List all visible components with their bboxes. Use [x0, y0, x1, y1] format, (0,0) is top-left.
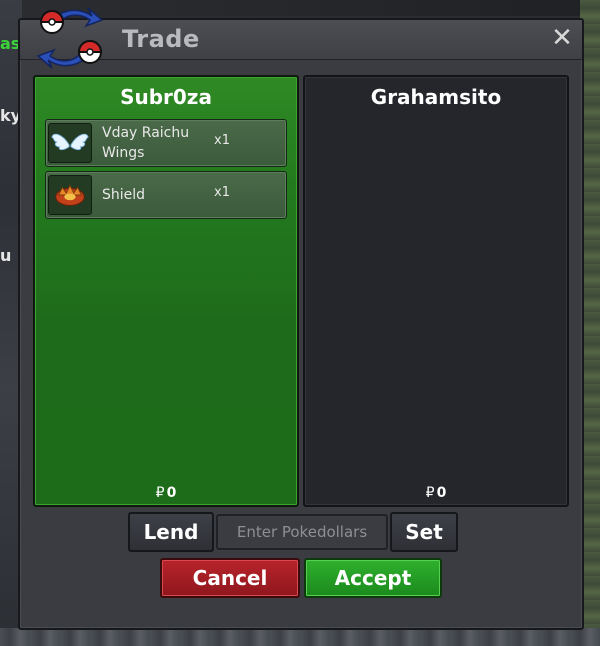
- game-background-bottom: [0, 628, 600, 646]
- close-icon[interactable]: ✕: [548, 24, 576, 52]
- my-player-name: Subr0za: [120, 85, 212, 109]
- cancel-button[interactable]: Cancel: [160, 558, 300, 598]
- chat-fragment: u: [0, 246, 12, 265]
- pokedollar-icon: ₽: [155, 485, 165, 501]
- pokedollars-input[interactable]: [216, 514, 388, 550]
- my-money-offer: ₽0: [35, 485, 297, 501]
- chat-fragment: ky: [0, 106, 22, 125]
- trade-window: Trade ✕ Subr0za Vday Raichu Wings x1 Shi…: [18, 7, 584, 630]
- wings-icon: [48, 123, 92, 163]
- item-name: Shield: [102, 187, 146, 203]
- trade-item[interactable]: Shield x1: [45, 171, 287, 219]
- item-quantity: x1: [214, 185, 230, 200]
- trade-logo-icon: [36, 7, 104, 69]
- chat-fragment: as: [0, 34, 21, 53]
- accept-button[interactable]: Accept: [304, 558, 442, 598]
- pokedollar-icon: ₽: [425, 485, 435, 501]
- partner-money-offer: ₽0: [305, 485, 567, 501]
- item-quantity: x1: [214, 133, 230, 148]
- money-value: 0: [436, 485, 447, 501]
- money-value: 0: [166, 485, 177, 501]
- item-name: Vday Raichu Wings: [102, 125, 190, 161]
- trade-item[interactable]: Vday Raichu Wings x1: [45, 119, 287, 167]
- window-title: Trade: [122, 25, 200, 53]
- set-button[interactable]: Set: [390, 512, 458, 552]
- partner-offer-panel: Grahamsito ₽0: [303, 75, 569, 507]
- lend-button[interactable]: Lend: [128, 512, 214, 552]
- my-offer-panel: Subr0za Vday Raichu Wings x1 Shield x1 ₽…: [33, 75, 299, 507]
- shield-item-icon: [48, 175, 92, 215]
- partner-player-name: Grahamsito: [370, 85, 502, 109]
